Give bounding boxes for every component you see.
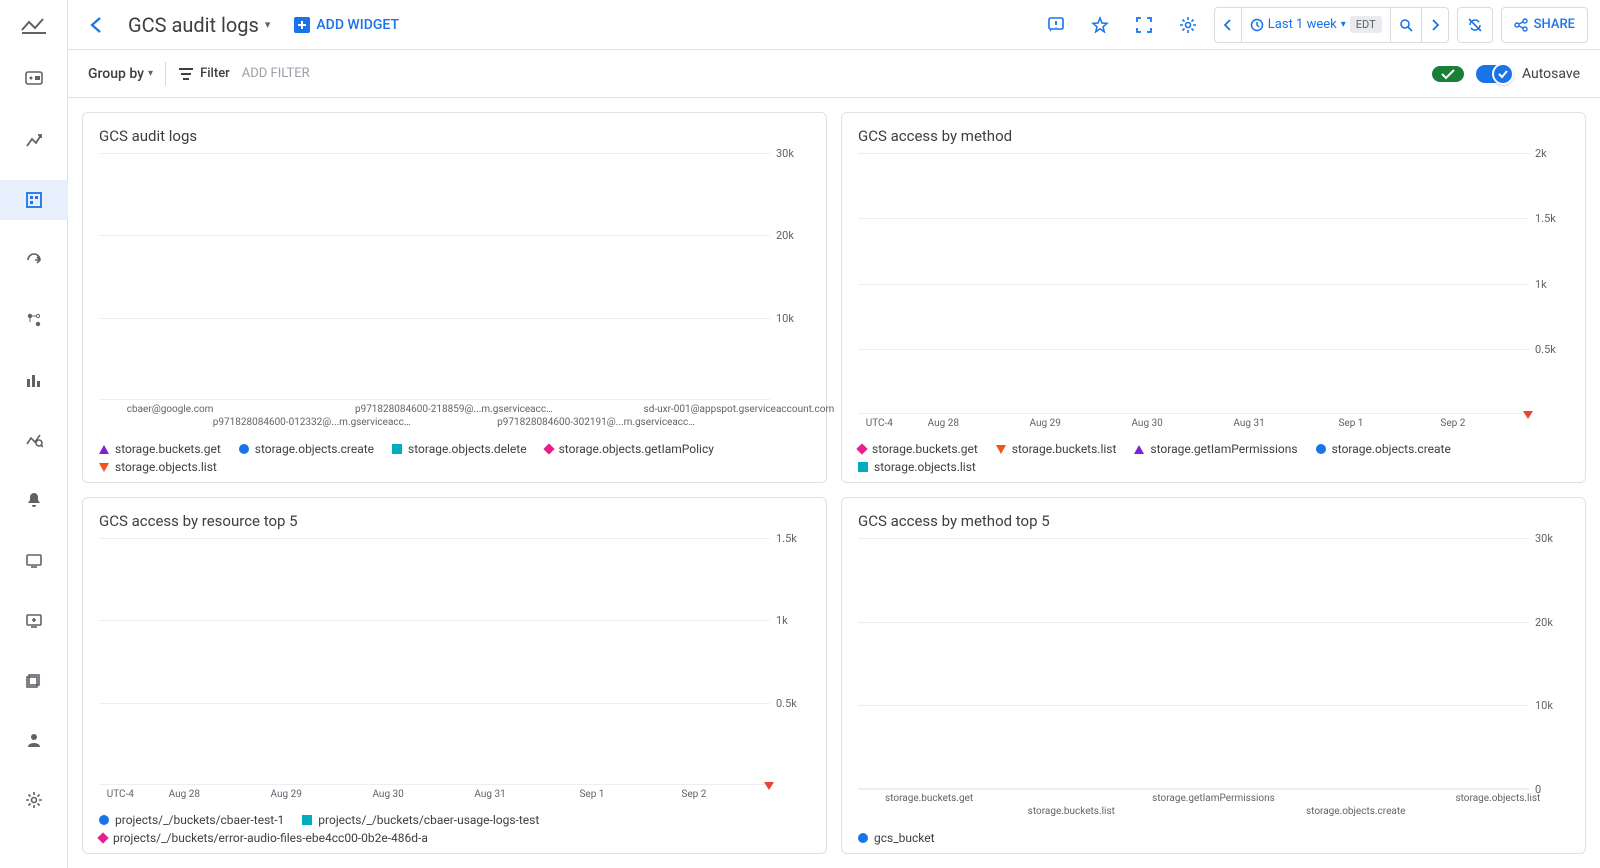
nav-explore-icon[interactable] — [10, 420, 58, 460]
chart-card-gcs-audit-logs: GCS audit logs 30k20k10k cbaer@google.co… — [82, 112, 827, 483]
x-axis: UTC-4Aug 28Aug 29Aug 30Aug 31Sep 1Sep 2 — [858, 418, 1569, 432]
nav-user-icon[interactable] — [10, 720, 58, 760]
chart-plot-area[interactable] — [99, 153, 770, 400]
chart-card-gcs-access-by-method-top5: GCS access by method top 5 30k20k10k0 st… — [841, 497, 1586, 854]
y-axis: 1.5k1k0.5k — [770, 538, 810, 785]
chart-legend: storage.buckets.get storage.buckets.list s… — [858, 442, 1569, 474]
top-bar: GCS audit logs ▾ ADD WIDGET Last 1 week … — [68, 0, 1600, 50]
nav-groups-icon[interactable] — [10, 660, 58, 700]
time-range-control: Last 1 week ▾ EDT — [1214, 7, 1449, 43]
y-axis: 2k1.5k1k0.5k — [1529, 153, 1569, 414]
nav-alerts-icon[interactable] — [10, 480, 58, 520]
chart-card-gcs-access-by-method: GCS access by method 2k1.5k1k0.5k UTC-4A… — [841, 112, 1586, 483]
feedback-icon[interactable] — [1038, 7, 1074, 43]
autosave-toggle[interactable]: Autosave — [1476, 65, 1580, 83]
legend-item[interactable]: storage.objects.create — [1316, 442, 1451, 456]
add-filter-button[interactable]: ADD FILTER — [242, 66, 310, 81]
chart-plot-area[interactable] — [858, 538, 1529, 789]
chart-legend: storage.buckets.get storage.objects.creat… — [99, 442, 810, 474]
timezone-badge: EDT — [1350, 16, 1382, 33]
left-nav-rail — [0, 0, 68, 868]
filter-bar: Group by ▾ Filter ADD FILTER Autosave — [68, 50, 1600, 98]
nav-services-icon[interactable] — [10, 240, 58, 280]
divider — [165, 62, 166, 86]
chart-card-gcs-access-by-resource-top5: GCS access by resource top 5 1.5k1k0.5k … — [82, 497, 827, 854]
autorefresh-off-icon[interactable] — [1457, 7, 1493, 43]
dashboard-title: GCS audit logs — [128, 13, 259, 37]
group-by-dropdown[interactable]: Group by ▾ — [88, 66, 153, 82]
gear-icon[interactable] — [1170, 7, 1206, 43]
nav-dashboards-icon[interactable] — [0, 180, 68, 220]
dashboard-title-dropdown[interactable]: GCS audit logs ▾ — [122, 9, 276, 41]
x-axis: cbaer@google.comp971828084600-012332@...… — [99, 404, 810, 432]
nav-uptime-icon[interactable] — [10, 540, 58, 580]
chart-title: GCS access by method — [858, 127, 1569, 145]
share-button[interactable]: SHARE — [1501, 7, 1588, 43]
legend-item[interactable]: projects/_/buckets/cbaer-usage-logs-test — [302, 813, 539, 827]
dashboard-grid: GCS audit logs 30k20k10k cbaer@google.co… — [68, 98, 1600, 868]
chart-legend: gcs_bucket — [858, 831, 1569, 845]
nav-synthetic-icon[interactable] — [10, 600, 58, 640]
x-axis: UTC-4Aug 28Aug 29Aug 30Aug 31Sep 1Sep 2 — [99, 789, 810, 803]
caret-down-icon: ▾ — [265, 18, 271, 31]
legend-item[interactable]: storage.objects.delete — [392, 442, 527, 456]
nav-bars-icon[interactable] — [10, 360, 58, 400]
zoom-icon[interactable] — [1391, 8, 1422, 42]
back-button[interactable] — [80, 8, 114, 42]
nav-settings-icon[interactable] — [10, 780, 58, 820]
y-axis: 30k20k10k0 — [1529, 538, 1569, 789]
nav-slo-icon[interactable] — [10, 300, 58, 340]
add-widget-button[interactable]: ADD WIDGET — [284, 11, 409, 39]
legend-item[interactable]: storage.objects.list — [99, 460, 217, 474]
time-prev-button[interactable] — [1215, 8, 1242, 42]
chart-title: GCS access by method top 5 — [858, 512, 1569, 530]
legend-item[interactable]: storage.objects.getIamPolicy — [545, 442, 714, 456]
time-next-button[interactable] — [1422, 8, 1448, 42]
nav-metrics-icon[interactable] — [10, 120, 58, 160]
chart-title: GCS audit logs — [99, 127, 810, 145]
legend-item[interactable]: projects/_/buckets/cbaer-test-1 — [99, 813, 284, 827]
star-icon[interactable] — [1082, 7, 1118, 43]
legend-item[interactable]: storage.buckets.get — [99, 442, 221, 456]
legend-item[interactable]: storage.buckets.list — [996, 442, 1117, 456]
chart-title: GCS access by resource top 5 — [99, 512, 810, 530]
product-logo-icon — [20, 12, 48, 40]
chart-plot-area[interactable] — [858, 153, 1529, 414]
x-axis: storage.buckets.getstorage.buckets.lists… — [858, 793, 1569, 821]
fullscreen-icon[interactable] — [1126, 7, 1162, 43]
y-axis: 30k20k10k — [770, 153, 810, 400]
save-status-badge — [1432, 66, 1464, 82]
chart-legend: projects/_/buckets/cbaer-test-1 projects/… — [99, 813, 810, 845]
legend-item[interactable]: storage.getIamPermissions — [1134, 442, 1297, 456]
nav-overview-icon[interactable] — [10, 60, 58, 100]
time-range-picker[interactable]: Last 1 week ▾ EDT — [1242, 8, 1391, 42]
legend-item[interactable]: storage.objects.list — [858, 460, 976, 474]
filter-button[interactable]: Filter — [178, 66, 230, 81]
chart-plot-area[interactable] — [99, 538, 770, 785]
legend-item[interactable]: storage.buckets.get — [858, 442, 978, 456]
legend-item[interactable]: storage.objects.create — [239, 442, 374, 456]
legend-item[interactable]: gcs_bucket — [858, 831, 935, 845]
legend-item[interactable]: projects/_/buckets/error-audio-files-ebe… — [99, 831, 428, 845]
